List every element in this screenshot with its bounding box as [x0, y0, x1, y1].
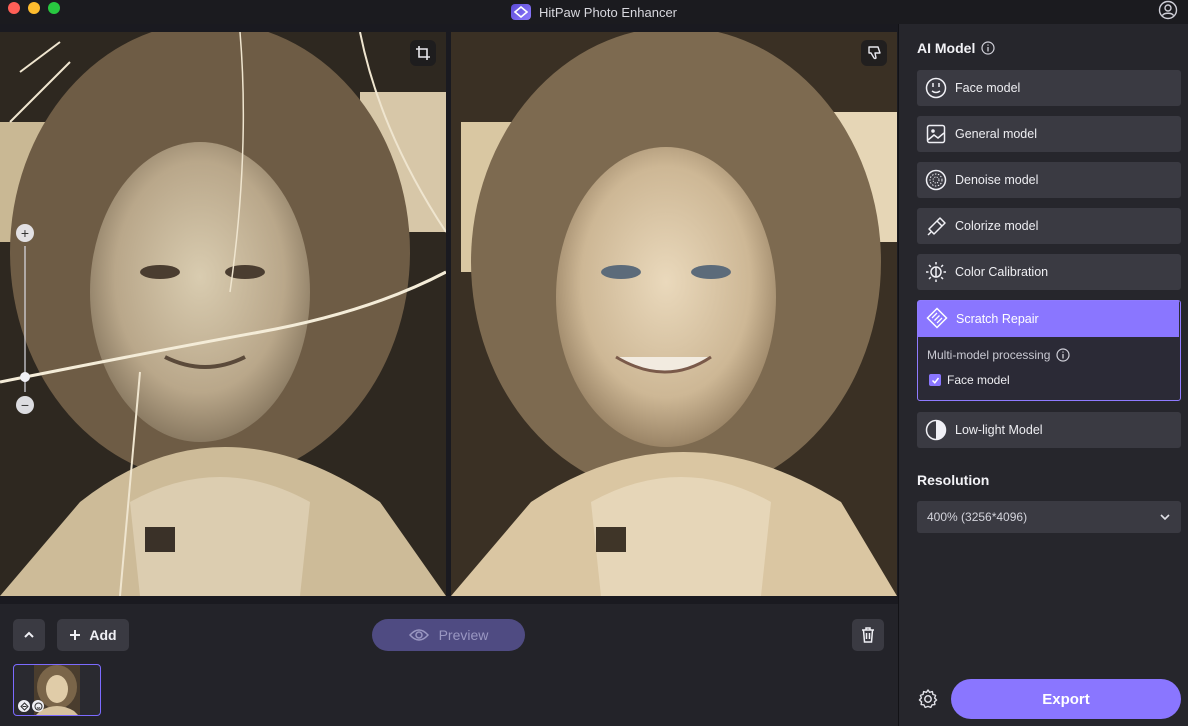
delete-button[interactable] — [852, 619, 884, 651]
minus-icon: − — [20, 397, 30, 413]
face-model-button[interactable]: Face model — [917, 70, 1181, 106]
bottom-toolbar: Add Preview — [0, 604, 898, 726]
denoise-model-label: Denoise model — [955, 173, 1039, 187]
original-image-panel[interactable]: + − — [0, 32, 446, 596]
colorize-icon — [925, 215, 947, 237]
window-title: HitPaw Photo Enhancer — [538, 4, 678, 20]
settings-sidebar: AI Model Face model General model Denois… — [898, 24, 1188, 726]
preview-button-label: Preview — [438, 627, 489, 643]
window-controls — [8, 2, 60, 14]
add-button[interactable]: Add — [57, 619, 129, 651]
original-photo — [0, 32, 446, 596]
face-model-checkbox-row[interactable]: Face model — [929, 373, 1010, 387]
denoise-model-button[interactable]: Denoise model — [917, 162, 1181, 198]
export-button-label: Export — [1042, 690, 1090, 708]
checkmark-icon — [931, 377, 939, 384]
minimize-window-button[interactable] — [28, 2, 40, 14]
resolution-value: 400% (3256*4096) — [927, 510, 1028, 524]
face-model-label: Face model — [955, 81, 1021, 95]
scratch-repair-card: Scratch Repair Multi-model processing Fa… — [917, 300, 1181, 401]
thumbnail-model-badges — [18, 700, 44, 712]
chevron-up-icon — [24, 631, 34, 638]
multi-model-processing: Multi-model processing — [927, 348, 1070, 362]
add-button-label: Add — [89, 627, 117, 643]
face-model-option-label: Face model — [947, 373, 1010, 387]
low-light-icon — [925, 419, 947, 441]
trash-icon — [862, 627, 874, 643]
ai-model-title: AI Model — [917, 40, 976, 56]
color-calibration-label: Color Calibration — [955, 265, 1049, 279]
crop-icon — [416, 46, 430, 60]
color-calibration-button[interactable]: Color Calibration — [917, 254, 1181, 290]
collapse-thumbnails-button[interactable] — [13, 619, 45, 651]
close-window-button[interactable] — [8, 2, 20, 14]
face-model-checkbox[interactable] — [929, 374, 941, 386]
image-icon — [925, 123, 947, 145]
maximize-window-button[interactable] — [48, 2, 60, 14]
scratch-repair-icon — [926, 306, 948, 332]
denoise-icon — [925, 169, 947, 191]
zoom-in-button[interactable]: + — [16, 224, 34, 242]
enhanced-image-panel[interactable] — [451, 32, 897, 596]
general-model-button[interactable]: General model — [917, 116, 1181, 152]
plus-icon — [70, 630, 81, 640]
info-icon[interactable] — [1056, 348, 1070, 362]
multi-model-label: Multi-model processing — [927, 348, 1051, 362]
resolution-select[interactable]: 400% (3256*4096) — [917, 501, 1181, 533]
gear-icon[interactable] — [917, 688, 939, 710]
account-icon[interactable] — [1158, 0, 1178, 20]
plus-icon: + — [20, 225, 30, 241]
zoom-slider-track[interactable] — [24, 246, 26, 392]
general-model-label: General model — [955, 127, 1037, 141]
image-thumbnail[interactable] — [13, 664, 101, 716]
ai-model-heading: AI Model — [917, 40, 995, 56]
scratch-repair-button[interactable]: Scratch Repair — [918, 301, 1179, 337]
colorize-model-label: Colorize model — [955, 219, 1039, 233]
face-icon — [925, 77, 947, 99]
feedback-button[interactable] — [861, 40, 887, 66]
low-light-model-label: Low-light Model — [955, 423, 1043, 437]
resolution-title: Resolution — [917, 472, 990, 488]
resolution-heading: Resolution — [917, 472, 989, 488]
eye-icon — [408, 629, 429, 641]
app-title: HitPaw Photo Enhancer — [510, 4, 678, 20]
scratch-repair-badge-icon — [18, 700, 30, 712]
enhanced-photo — [451, 32, 897, 596]
face-model-badge-icon — [32, 700, 44, 712]
low-light-model-button[interactable]: Low-light Model — [917, 412, 1181, 448]
title-bar: HitPaw Photo Enhancer — [0, 0, 1188, 24]
app-logo-icon — [510, 4, 531, 20]
crop-button[interactable] — [410, 40, 436, 66]
calibration-icon — [925, 261, 947, 283]
zoom-slider-handle[interactable] — [20, 372, 30, 383]
info-icon[interactable] — [981, 41, 995, 55]
preview-button[interactable]: Preview — [372, 619, 525, 651]
thumbs-down-icon — [868, 46, 881, 60]
scratch-repair-label: Scratch Repair — [956, 312, 1039, 326]
zoom-control: + − — [16, 224, 34, 414]
chevron-down-icon — [1160, 514, 1170, 521]
export-button[interactable]: Export — [951, 679, 1181, 719]
workspace: + − Add Preview — [0, 24, 898, 726]
zoom-out-button[interactable]: − — [16, 396, 34, 414]
colorize-model-button[interactable]: Colorize model — [917, 208, 1181, 244]
